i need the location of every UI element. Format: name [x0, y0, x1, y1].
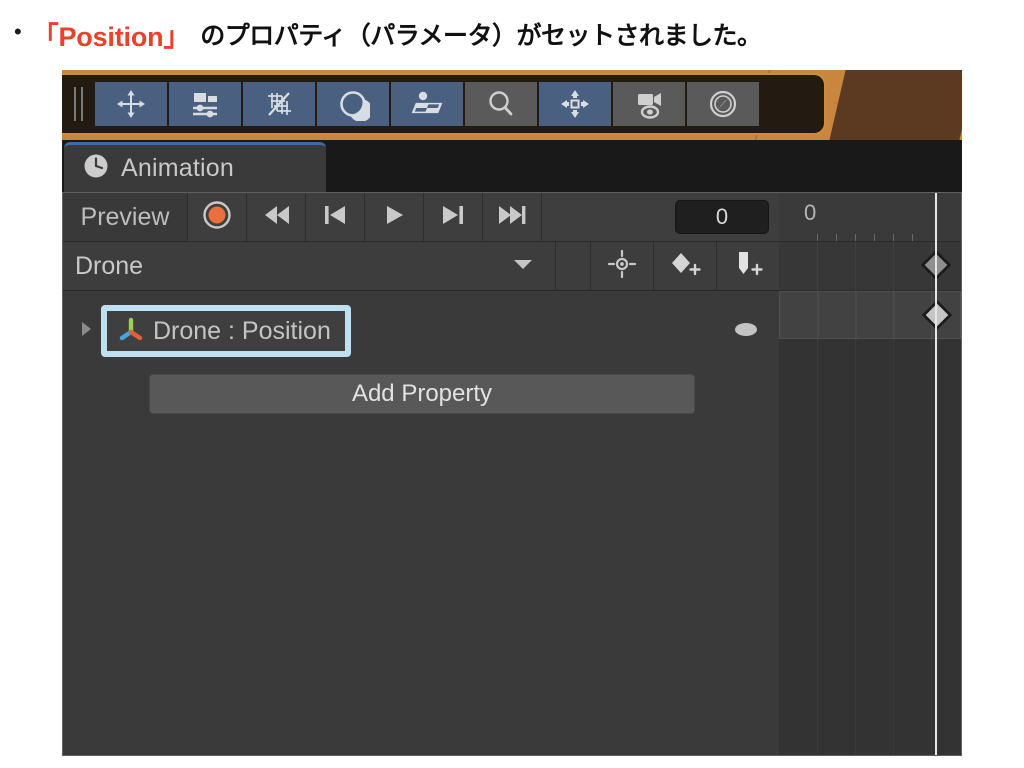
pan-arrows-icon	[558, 87, 592, 121]
timeline-row-summary[interactable]	[779, 242, 961, 291]
timeline-gridline	[893, 242, 894, 755]
last-frame-button[interactable]	[482, 193, 541, 241]
ruler-tick	[893, 234, 894, 241]
ruler-tick	[817, 234, 818, 241]
property-row-content: Drone : Position	[107, 311, 345, 351]
move-arrows-icon	[114, 87, 148, 121]
foldout-toggle[interactable]	[75, 320, 97, 343]
next-keyframe-button[interactable]	[423, 193, 482, 241]
graph-grid-icon	[262, 87, 296, 121]
property-selection-highlight[interactable]: Drone : Position	[101, 305, 351, 357]
toolbar-button-group	[95, 82, 759, 126]
settings-sliders-tool[interactable]	[169, 82, 241, 126]
animation-window: Animation Preview	[62, 140, 962, 756]
scene-geometry-shape	[828, 70, 962, 140]
playback-toolbar: Preview	[63, 193, 779, 242]
timeline-gridline	[894, 292, 895, 338]
transform-axis-icon	[118, 316, 144, 347]
sliders-icon	[188, 87, 222, 121]
animation-left-column: Preview	[63, 193, 779, 755]
camera-eye-icon	[632, 87, 666, 121]
pan-tool[interactable]	[539, 82, 611, 126]
ruler-tick	[855, 234, 856, 241]
timeline-gridline	[855, 242, 856, 755]
clip-toolbar-spacer	[555, 242, 590, 290]
timeline-row-position[interactable]	[779, 291, 961, 339]
clock-icon	[82, 152, 110, 185]
ruler-tick	[874, 234, 875, 241]
magnifier-icon	[484, 87, 518, 121]
skip-to-end-icon	[496, 204, 528, 231]
target-crosshair-icon	[607, 249, 637, 284]
frame-input[interactable]: 0	[675, 200, 769, 234]
clip-toolbar: Drone	[63, 242, 779, 291]
shading-sphere-tool[interactable]	[317, 82, 389, 126]
timeline-column: 0	[779, 193, 961, 755]
sphere-icon	[336, 87, 370, 121]
triangle-right-icon	[79, 320, 93, 343]
preview-toggle-button[interactable]: Preview	[63, 193, 187, 241]
graph-editor-tool[interactable]	[243, 82, 315, 126]
move-tool[interactable]	[95, 82, 167, 126]
timeline-playhead[interactable]	[935, 193, 937, 755]
tab-label: Animation	[121, 154, 234, 183]
grid-object-icon	[410, 87, 444, 121]
camera-view-tool[interactable]	[613, 82, 685, 126]
play-icon	[380, 204, 408, 231]
toolbar-drag-handle[interactable]	[74, 87, 83, 121]
clip-dropdown-button[interactable]	[491, 242, 555, 290]
previous-keyframe-button[interactable]	[305, 193, 364, 241]
diamond-plus-icon	[668, 249, 702, 284]
orbit-compass-tool[interactable]	[687, 82, 759, 126]
slide-bullet-line: • 「Position」 のプロパティ（パラメータ）がセットされました。	[14, 10, 1010, 58]
timeline-gridline	[818, 292, 819, 338]
property-list: Drone : Position Add Property	[63, 291, 779, 755]
ruler-tick-label: 0	[804, 200, 816, 226]
property-label: Drone : Position	[153, 317, 331, 346]
object-grid-tool[interactable]	[391, 82, 463, 126]
add-keyframe-button[interactable]	[653, 242, 716, 290]
timeline-tracks[interactable]	[779, 242, 961, 755]
zoom-tool[interactable]	[465, 82, 537, 126]
filter-animated-button[interactable]	[590, 242, 653, 290]
timeline-gridline	[856, 292, 857, 338]
step-forward-icon	[438, 204, 468, 231]
timeline-ruler[interactable]: 0	[779, 193, 961, 242]
first-frame-button[interactable]	[246, 193, 305, 241]
highlight-text: 「Position」	[32, 15, 191, 54]
timeline-gridline	[817, 242, 818, 755]
property-row-position[interactable]: Drone : Position	[75, 305, 779, 357]
frame-field-cell: 0	[541, 193, 779, 241]
bullet-marker: •	[14, 21, 22, 47]
unity-editor-screenshot: Animation Preview	[62, 70, 962, 756]
chevron-down-icon	[512, 257, 534, 276]
skip-to-start-icon	[260, 204, 292, 231]
marker-plus-icon	[731, 249, 765, 284]
record-circle-icon	[201, 199, 233, 236]
keyframe-marker-selected[interactable]	[921, 299, 952, 330]
tab-animation[interactable]: Animation	[64, 142, 326, 192]
add-event-button[interactable]	[716, 242, 779, 290]
ruler-tick	[912, 234, 913, 241]
timeline-gridline	[931, 242, 932, 755]
add-property-button[interactable]: Add Property	[149, 374, 695, 414]
record-button[interactable]	[187, 193, 246, 241]
body-text: のプロパティ（パラメータ）がセットされました。	[200, 16, 761, 52]
step-back-icon	[320, 204, 350, 231]
animation-panel: Preview	[62, 192, 962, 756]
play-button[interactable]	[364, 193, 423, 241]
curve-dot-icon	[735, 323, 757, 336]
ruler-tick	[836, 234, 837, 241]
clip-name-label[interactable]: Drone	[63, 242, 491, 290]
window-tab-bar: Animation	[62, 140, 962, 192]
compass-icon	[706, 87, 740, 121]
scene-toolbar	[62, 73, 826, 135]
